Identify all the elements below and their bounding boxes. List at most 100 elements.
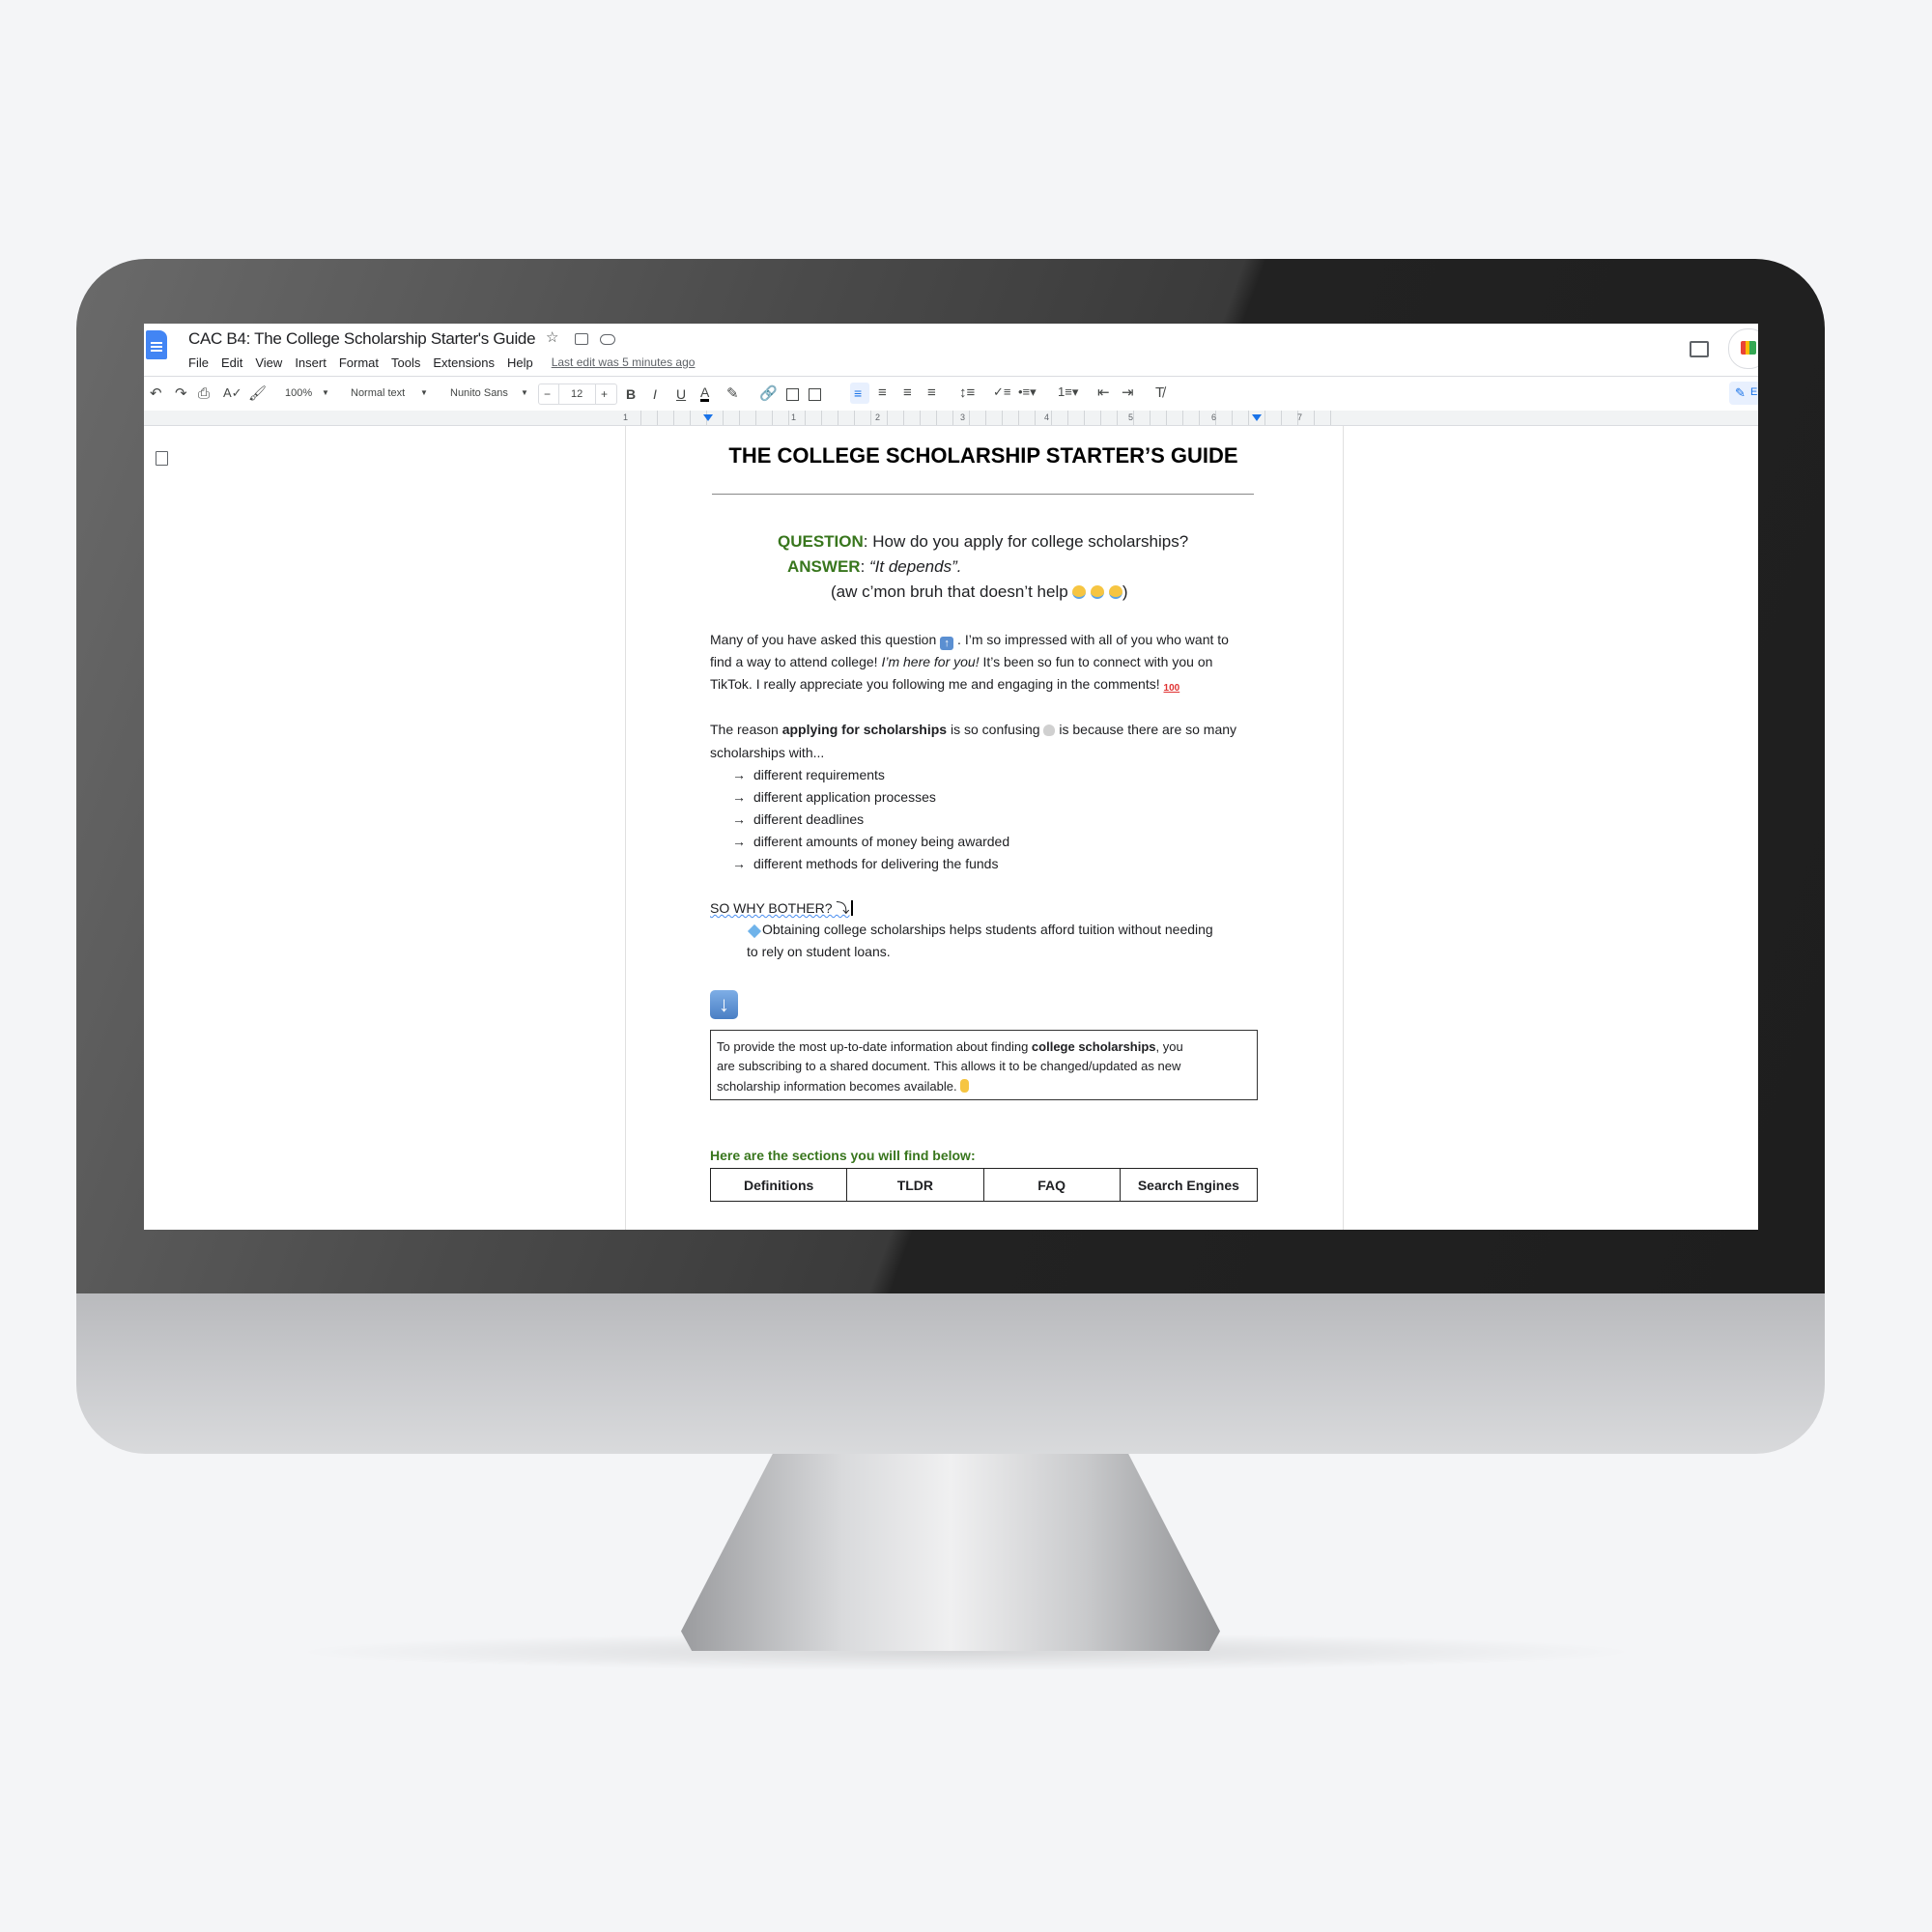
- pencil-icon: ✎: [1735, 385, 1746, 400]
- up-arrow-emoji-icon: ↑: [940, 637, 954, 650]
- paragraph-text: Many of you have asked this question: [710, 632, 941, 647]
- comments-icon[interactable]: [1690, 341, 1709, 357]
- insert-link-icon[interactable]: 🔗: [759, 386, 778, 401]
- paragraph-text: find a way to attend college!: [710, 654, 882, 669]
- font-size-decrease-button[interactable]: −: [544, 388, 551, 400]
- paragraph-text: TikTok. I really appreciate you followin…: [710, 676, 1164, 692]
- meet-button[interactable]: [1728, 328, 1758, 369]
- numbered-list-icon[interactable]: 1≡▾: [1058, 385, 1078, 398]
- menu-bar: File Edit View Insert Format Tools Exten…: [188, 355, 695, 371]
- why-heading: SO WHY BOTHER? ⤵: [710, 900, 853, 916]
- font-size-stepper[interactable]: − 12 +: [538, 384, 617, 405]
- sections-heading: Here are the sections you will find belo…: [710, 1148, 976, 1163]
- menu-insert[interactable]: Insert: [295, 355, 327, 371]
- arrow-bullet-icon: →: [732, 767, 746, 782]
- bold-button[interactable]: B: [626, 387, 636, 401]
- callout-line: To provide the most up-to-date informati…: [717, 1040, 1183, 1053]
- ruler-label: 6: [1211, 412, 1217, 422]
- editing-mode-button[interactable]: ✎ E: [1729, 382, 1758, 405]
- align-center-icon[interactable]: ≡: [878, 385, 887, 400]
- increase-indent-icon[interactable]: ⇥: [1122, 385, 1134, 400]
- ruler-label: 5: [1128, 412, 1134, 422]
- crying-face-icon: [1091, 585, 1105, 599]
- right-indent-marker[interactable]: [1252, 414, 1262, 421]
- underline-button[interactable]: U: [676, 387, 686, 401]
- editing-mode-label: E: [1750, 386, 1758, 398]
- menu-edit[interactable]: Edit: [221, 355, 242, 371]
- menu-extensions[interactable]: Extensions: [433, 355, 495, 371]
- question-line: QUESTION: How do you apply for college s…: [778, 533, 1188, 550]
- crying-face-icon: [1108, 585, 1122, 599]
- paragraph-text: . I’m so impressed with all of you who w…: [953, 632, 1229, 647]
- arrow-bullet-icon: →: [732, 789, 746, 805]
- callout-text: , you: [1155, 1039, 1183, 1054]
- why-line: Obtaining college scholarships helps stu…: [747, 923, 1213, 939]
- checklist-icon[interactable]: ✓≡: [993, 385, 1010, 398]
- diamond-emoji-icon: [747, 923, 762, 939]
- docs-logo-icon[interactable]: [146, 330, 167, 359]
- font-size-increase-button[interactable]: +: [601, 388, 608, 400]
- info-callout-box: To provide the most up-to-date informati…: [710, 1030, 1258, 1100]
- list-item: → different application processes: [732, 790, 936, 804]
- skull-emoji-icon: [1043, 724, 1056, 736]
- ruler-label: 4: [1044, 412, 1050, 422]
- answer-line: ANSWER: “It depends”.: [787, 558, 961, 575]
- paragraph-line: find a way to attend college! I’m here f…: [710, 655, 1212, 668]
- decrease-indent-icon[interactable]: ⇤: [1097, 385, 1110, 400]
- paragraph-text: The reason: [710, 722, 782, 737]
- font-size-input[interactable]: 12: [571, 389, 582, 400]
- menu-tools[interactable]: Tools: [391, 355, 420, 371]
- monitor-chin: [76, 1293, 1825, 1454]
- section-link-definitions[interactable]: Definitions: [711, 1169, 848, 1201]
- hundred-points-emoji-icon: 100: [1163, 683, 1180, 694]
- font-select[interactable]: Nunito Sans: [450, 388, 508, 399]
- text-cursor: [851, 900, 853, 916]
- menu-view[interactable]: View: [255, 355, 282, 371]
- align-right-icon[interactable]: ≡: [903, 385, 912, 400]
- menu-help[interactable]: Help: [507, 355, 533, 371]
- list-item: → different deadlines: [732, 812, 864, 826]
- left-indent-marker[interactable]: [703, 414, 713, 421]
- paint-format-icon[interactable]: 🖌: [248, 386, 267, 401]
- paragraph-text: It’s been so fun to connect with you on: [979, 654, 1213, 669]
- insert-image-icon[interactable]: [809, 388, 821, 401]
- ruler[interactable]: 1 1 2 3 4 5 6 7: [144, 411, 1758, 426]
- section-link-tldr[interactable]: TLDR: [847, 1169, 984, 1201]
- menu-file[interactable]: File: [188, 355, 209, 371]
- align-left-button[interactable]: ≡: [850, 383, 869, 404]
- justify-icon[interactable]: ≡: [927, 385, 936, 400]
- down-arrow-emoji-icon: ↓: [710, 990, 738, 1019]
- document-heading: THE COLLEGE SCHOLARSHIP STARTER’S GUIDE: [728, 443, 1238, 468]
- redo-icon[interactable]: ↷: [175, 386, 187, 401]
- zoom-select[interactable]: 100%: [285, 388, 312, 399]
- highlight-color-icon[interactable]: ✎: [726, 386, 739, 401]
- font-chevron-down-icon[interactable]: ▼: [521, 389, 528, 397]
- move-folder-icon[interactable]: [575, 333, 588, 345]
- document-title[interactable]: CAC B4: The College Scholarship Starter'…: [188, 330, 536, 347]
- undo-icon[interactable]: ↶: [150, 386, 162, 401]
- ruler-label: 1: [791, 412, 797, 422]
- add-comment-icon[interactable]: [786, 388, 799, 401]
- menu-format[interactable]: Format: [339, 355, 379, 371]
- spellcheck-icon[interactable]: A✓: [223, 386, 242, 399]
- callout-text: To provide the most up-to-date informati…: [717, 1039, 1032, 1054]
- line-spacing-icon[interactable]: ↕≡: [959, 385, 975, 400]
- style-select[interactable]: Normal text: [351, 388, 405, 399]
- star-icon[interactable]: ☆: [546, 330, 558, 345]
- section-link-search-engines[interactable]: Search Engines: [1121, 1169, 1257, 1201]
- style-chevron-down-icon[interactable]: ▼: [420, 389, 428, 397]
- crying-face-icon: [1072, 585, 1087, 599]
- last-edit-link[interactable]: Last edit was 5 minutes ago: [552, 355, 696, 371]
- italic-button[interactable]: I: [653, 387, 657, 401]
- list-item-text: different requirements: [753, 767, 885, 782]
- print-icon[interactable]: ⎙: [198, 386, 210, 401]
- text-color-button[interactable]: A: [700, 385, 710, 402]
- sections-table: Definitions TLDR FAQ Search Engines: [710, 1168, 1258, 1202]
- callout-text: scholarship information becomes availabl…: [717, 1079, 961, 1094]
- cloud-saved-icon[interactable]: [600, 334, 615, 345]
- bulleted-list-icon[interactable]: •≡▾: [1018, 385, 1037, 398]
- clear-formatting-icon[interactable]: T̸: [1155, 385, 1164, 400]
- section-link-faq[interactable]: FAQ: [984, 1169, 1121, 1201]
- zoom-chevron-down-icon[interactable]: ▼: [322, 389, 329, 397]
- align-left-icon: ≡: [854, 385, 863, 401]
